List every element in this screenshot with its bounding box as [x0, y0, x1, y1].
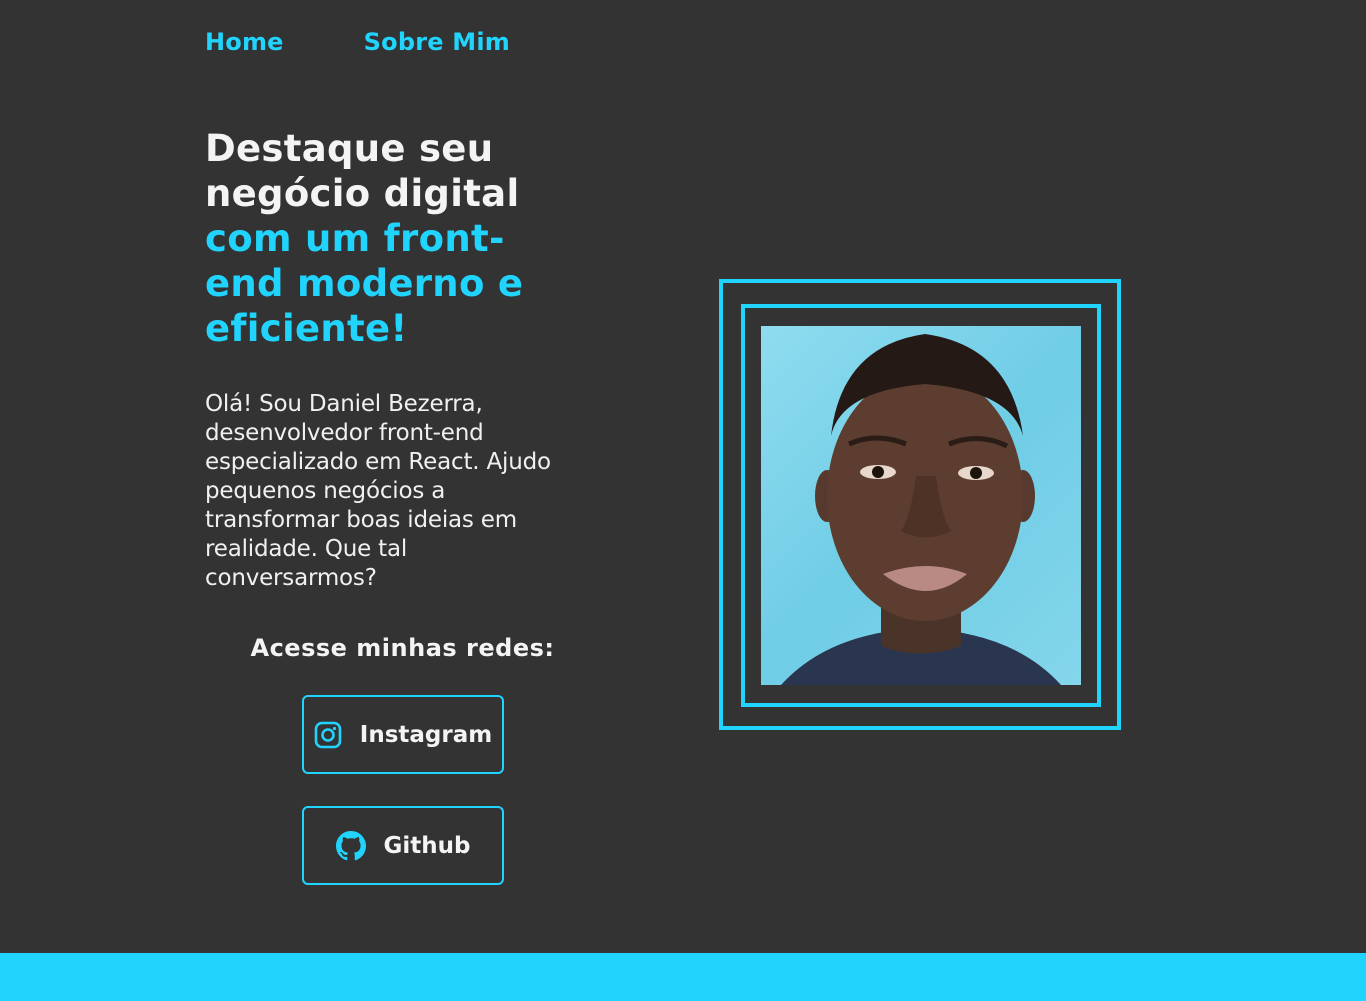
- headline-line: negócio digital: [205, 172, 520, 215]
- github-label: Github: [383, 832, 471, 859]
- profile-photo-frame-outer: [719, 279, 1121, 730]
- headline-line-accent: end moderno e: [205, 262, 524, 305]
- headline-line: Destaque seu: [205, 127, 494, 170]
- instagram-icon: [314, 721, 342, 749]
- hero-headline: Destaque seu negócio digital com um fron…: [205, 126, 585, 351]
- social-section-title: Acesse minhas redes:: [250, 634, 555, 662]
- instagram-label: Instagram: [359, 721, 493, 748]
- nav-home-link[interactable]: Home: [205, 27, 284, 57]
- page: Home Sobre Mim Destaque seu negócio digi…: [0, 0, 1366, 1001]
- footer-accent-bar: [0, 953, 1366, 1001]
- hero-intro-text: Olá! Sou Daniel Bezerra, desenvolvedor f…: [205, 391, 551, 591]
- profile-photo: [761, 326, 1081, 685]
- instagram-button[interactable]: Instagram: [302, 695, 504, 774]
- profile-photo-frame-inner: [741, 304, 1101, 707]
- headline-line-accent: com um front-: [205, 217, 505, 260]
- github-icon: [335, 830, 366, 861]
- github-button[interactable]: Github: [302, 806, 504, 885]
- top-nav: Home Sobre Mim: [205, 27, 510, 57]
- headline-line-accent: eficiente!: [205, 307, 408, 350]
- nav-sobre-mim-link[interactable]: Sobre Mim: [364, 27, 510, 57]
